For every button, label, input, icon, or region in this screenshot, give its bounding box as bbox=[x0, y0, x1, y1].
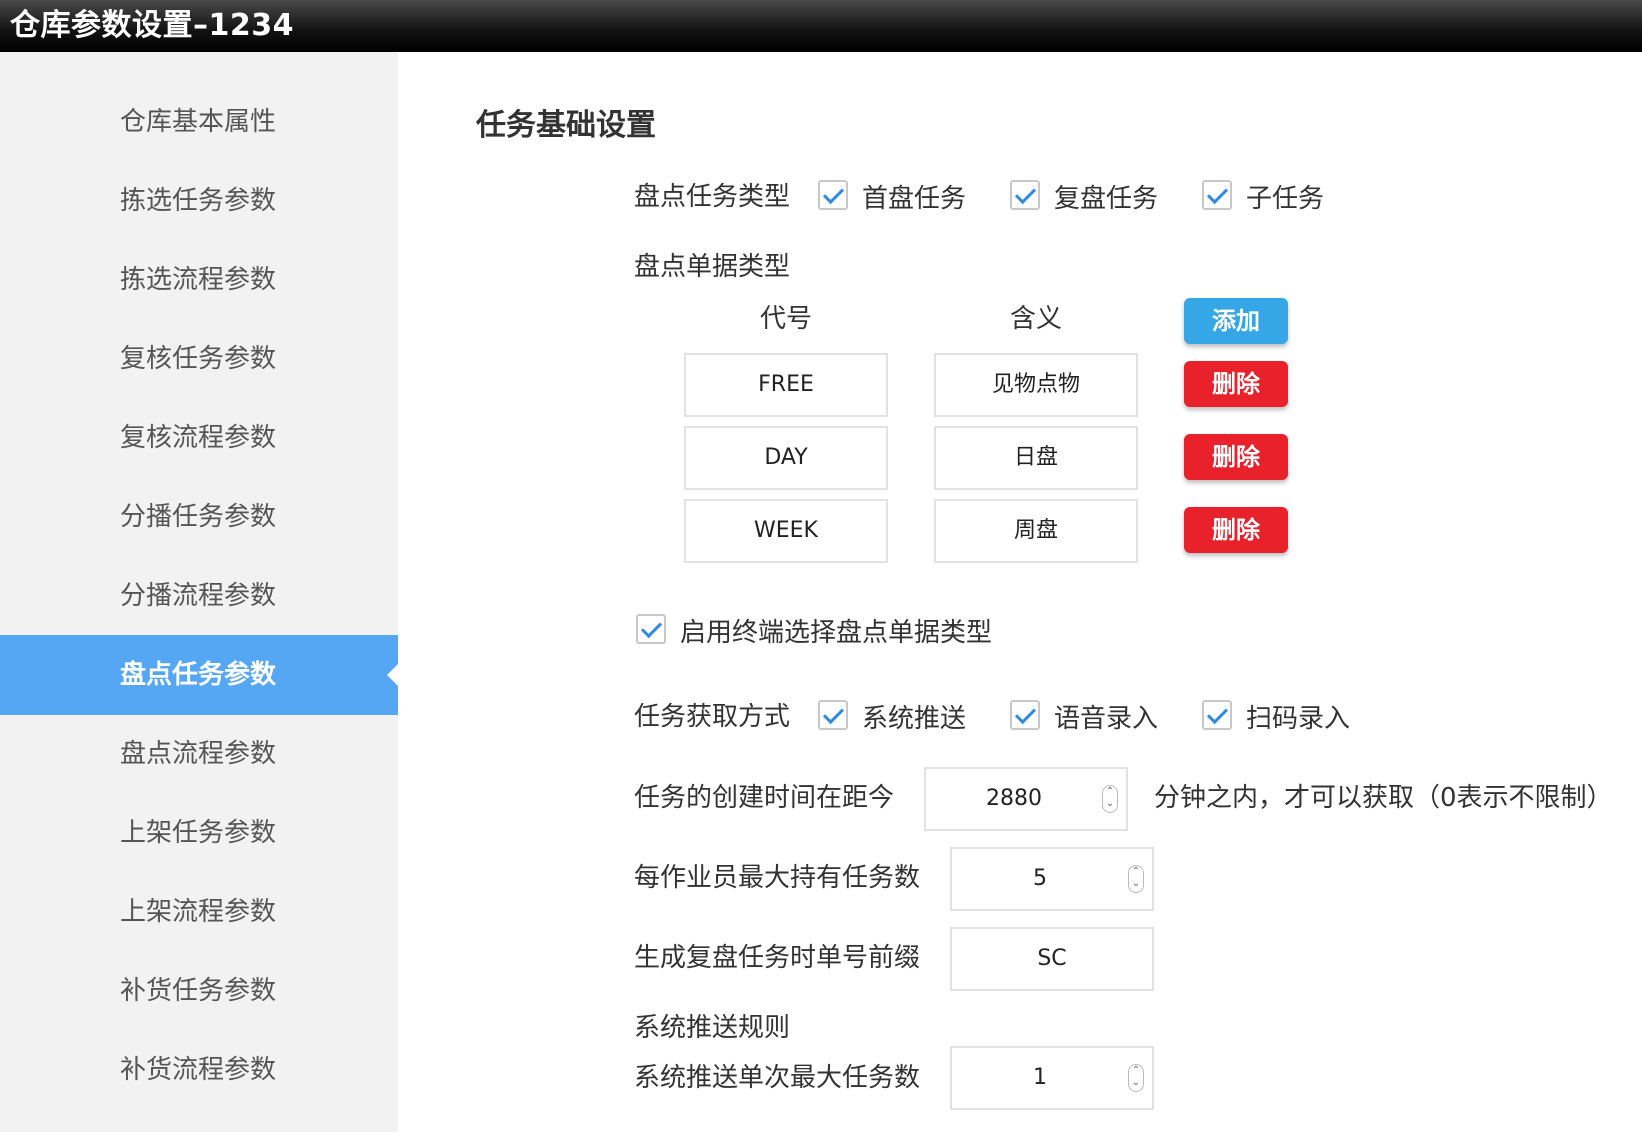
fetch-voice-label: 语音录入 bbox=[1054, 704, 1159, 734]
fetch-scan-label: 扫码录入 bbox=[1246, 704, 1351, 734]
fetch-scan-checkbox[interactable] bbox=[1202, 700, 1232, 730]
main-panel: 任务基础设置 盘点任务类型 首盘任务 复盘任务 子任务 盘点单据类型 代号 含义… bbox=[398, 52, 1642, 1132]
delete-button[interactable]: 删除 bbox=[1184, 361, 1288, 407]
sidebar-item-picking-flow[interactable]: 拣选流程参数 bbox=[0, 240, 398, 320]
col-code-header: 代号 bbox=[759, 304, 812, 334]
sidebar-item-putaway-flow[interactable]: 上架流程参数 bbox=[0, 872, 398, 952]
doc-code-input[interactable]: WEEK bbox=[684, 499, 888, 563]
push-max-stepper[interactable]: 1 ⌃ ⌄ bbox=[950, 1046, 1154, 1110]
push-max-label: 系统推送单次最大任务数 bbox=[634, 1063, 921, 1093]
window-title: 仓库参数设置–1234 bbox=[0, 0, 1642, 52]
doc-meaning-input[interactable]: 日盘 bbox=[934, 426, 1138, 490]
prefix-label: 生成复盘任务时单号前缀 bbox=[634, 943, 921, 973]
fetch-voice-checkbox[interactable] bbox=[1010, 700, 1040, 730]
doc-type-label: 盘点单据类型 bbox=[634, 252, 791, 282]
sidebar-item-sorting-flow[interactable]: 分播流程参数 bbox=[0, 556, 398, 636]
stepper-arrows-icon[interactable]: ⌃ ⌄ bbox=[1128, 1064, 1144, 1092]
push-max-value: 1 bbox=[1033, 1065, 1047, 1090]
create-time-value: 2880 bbox=[986, 786, 1042, 811]
fetch-push-checkbox[interactable] bbox=[818, 700, 848, 730]
stepper-arrows-icon[interactable]: ⌃ ⌄ bbox=[1128, 865, 1144, 893]
task-type-label: 盘点任务类型 bbox=[634, 182, 791, 212]
sidebar-item-sorting-task[interactable]: 分播任务参数 bbox=[0, 477, 398, 557]
task-type-recheck-checkbox[interactable] bbox=[1010, 180, 1040, 210]
sidebar-item-inventory-flow[interactable]: 盘点流程参数 bbox=[0, 714, 398, 794]
sidebar-item-warehouse-basic[interactable]: 仓库基本属性 bbox=[0, 82, 398, 162]
add-button[interactable]: 添加 bbox=[1184, 298, 1288, 344]
fetch-mode-label: 任务获取方式 bbox=[634, 702, 791, 732]
terminal-select-label: 启用终端选择盘点单据类型 bbox=[680, 618, 993, 648]
stepper-arrows-icon[interactable]: ⌃ ⌄ bbox=[1102, 785, 1118, 813]
create-time-stepper[interactable]: 2880 ⌃ ⌄ bbox=[924, 767, 1128, 831]
max-tasks-label: 每作业员最大持有任务数 bbox=[634, 863, 921, 893]
section-title: 任务基础设置 bbox=[476, 108, 656, 143]
task-type-recheck-label: 复盘任务 bbox=[1054, 184, 1159, 214]
doc-code-input[interactable]: DAY bbox=[684, 426, 888, 490]
terminal-select-checkbox[interactable] bbox=[636, 614, 666, 644]
doc-code-input[interactable]: FREE bbox=[684, 353, 888, 417]
prefix-input[interactable]: SC bbox=[950, 927, 1154, 991]
sidebar-item-review-flow[interactable]: 复核流程参数 bbox=[0, 398, 398, 478]
delete-button[interactable]: 删除 bbox=[1184, 507, 1288, 553]
fetch-push-label: 系统推送 bbox=[862, 704, 967, 734]
sidebar-item-putaway-task[interactable]: 上架任务参数 bbox=[0, 793, 398, 873]
sidebar-item-replenish-flow[interactable]: 补货流程参数 bbox=[0, 1030, 398, 1110]
task-type-first-checkbox[interactable] bbox=[818, 180, 848, 210]
create-time-suffix: 分钟之内，才可以获取（0表示不限制） bbox=[1154, 783, 1613, 813]
sidebar-item-picking-task[interactable]: 拣选任务参数 bbox=[0, 161, 398, 241]
create-time-label: 任务的创建时间在距今 bbox=[634, 783, 895, 813]
task-type-sub-label: 子任务 bbox=[1246, 184, 1325, 214]
delete-button[interactable]: 删除 bbox=[1184, 434, 1288, 480]
sidebar: 仓库基本属性 拣选任务参数 拣选流程参数 复核任务参数 复核流程参数 分播任务参… bbox=[0, 52, 398, 1132]
task-type-sub-checkbox[interactable] bbox=[1202, 180, 1232, 210]
doc-meaning-input[interactable]: 周盘 bbox=[934, 499, 1138, 563]
max-tasks-stepper[interactable]: 5 ⌃ ⌄ bbox=[950, 847, 1154, 911]
col-meaning-header: 含义 bbox=[1009, 304, 1062, 334]
sidebar-item-replenish-task[interactable]: 补货任务参数 bbox=[0, 951, 398, 1031]
max-tasks-value: 5 bbox=[1033, 866, 1047, 891]
doc-meaning-input[interactable]: 见物点物 bbox=[934, 353, 1138, 417]
sidebar-item-review-task[interactable]: 复核任务参数 bbox=[0, 319, 398, 399]
sidebar-item-inventory-task[interactable]: 盘点任务参数 bbox=[0, 635, 398, 715]
task-type-first-label: 首盘任务 bbox=[862, 184, 967, 214]
push-rules-label: 系统推送规则 bbox=[634, 1013, 791, 1043]
